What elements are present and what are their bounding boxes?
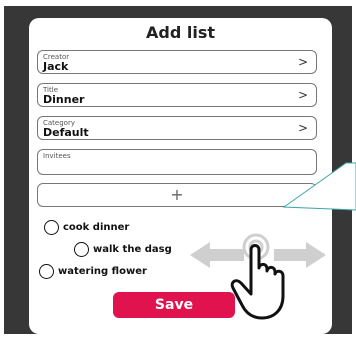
arrow-right-icon (274, 242, 326, 268)
callout-bubble (282, 162, 356, 211)
arrow-left-icon (190, 242, 244, 268)
gesture-overlay (190, 162, 356, 320)
